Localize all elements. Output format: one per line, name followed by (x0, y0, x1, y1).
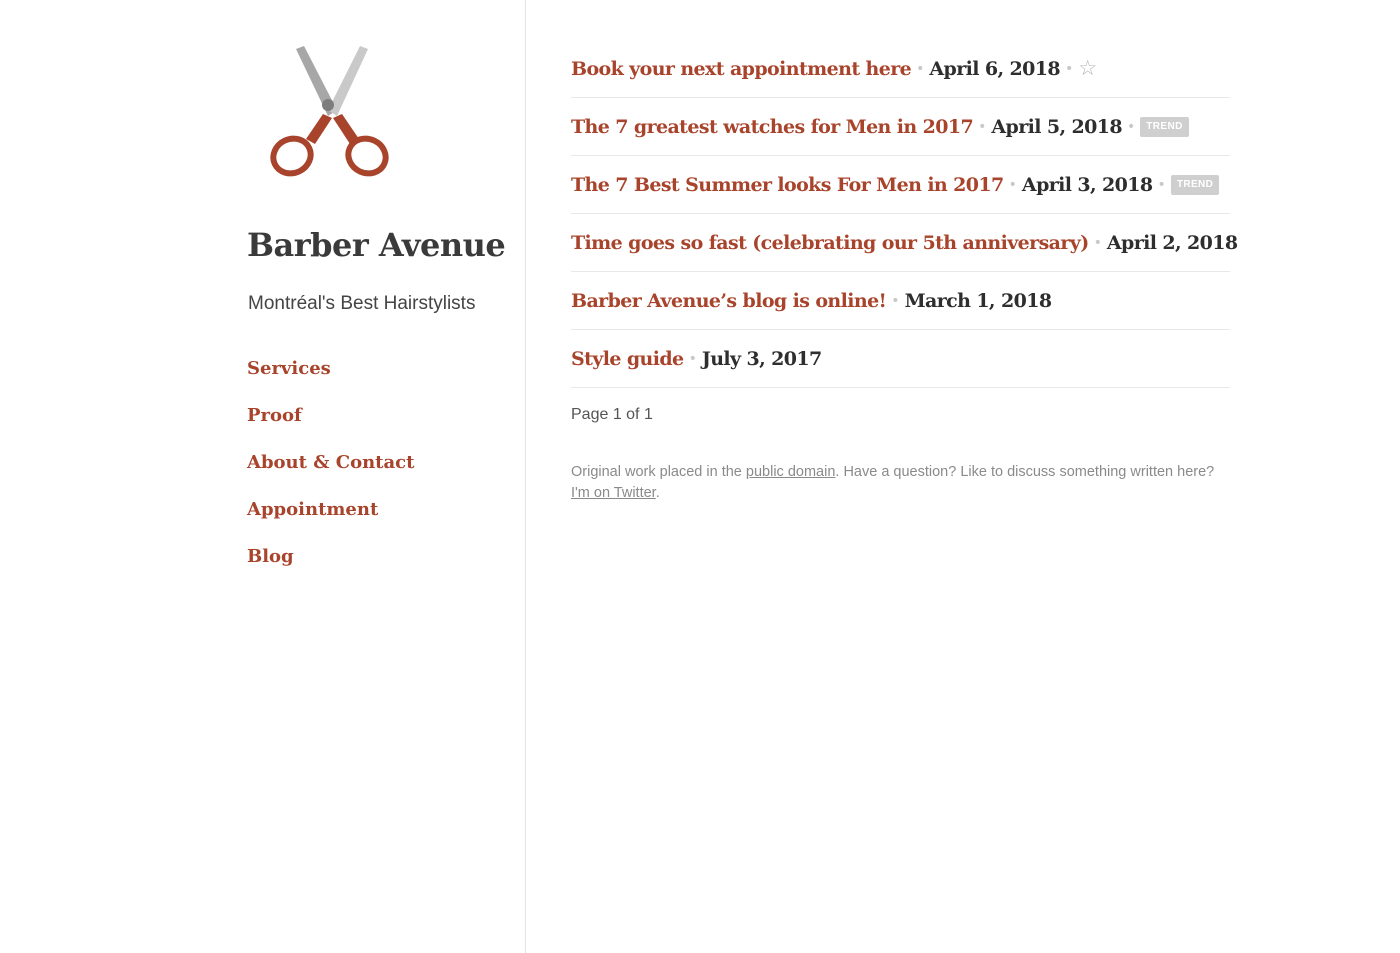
post-date: April 3, 2018 (1021, 173, 1153, 196)
nav-item-about-contact: About & Contact (247, 452, 414, 499)
post-title-link[interactable]: Time goes so fast (celebrating our 5th a… (571, 232, 1089, 254)
separator-dot: • (1157, 176, 1166, 193)
separator-dot: • (978, 118, 987, 135)
post-date: April 5, 2018 (991, 115, 1123, 138)
pagination-text: Page 1 of 1 (571, 406, 653, 423)
post-item: The 7 greatest watches for Men in 2017 •… (571, 98, 1230, 156)
post-item: Style guide • July 3, 2017 (571, 330, 1230, 388)
nav-link-services[interactable]: Services (247, 358, 331, 379)
nav-link-appointment[interactable]: Appointment (247, 499, 378, 520)
post-title-link[interactable]: The 7 greatest watches for Men in 2017 (571, 116, 974, 138)
public-domain-link[interactable]: public domain (746, 464, 835, 480)
post-item: The 7 Best Summer looks For Men in 2017 … (571, 156, 1230, 214)
separator-dot: • (1065, 60, 1074, 77)
star-icon[interactable]: ☆ (1078, 58, 1097, 79)
sidebar: Barber Avenue Montréal's Best Hairstylis… (0, 0, 526, 953)
post-title-link[interactable]: Barber Avenue’s blog is online! (571, 290, 887, 312)
post-item: Time goes so fast (celebrating our 5th a… (571, 214, 1238, 272)
nav-item-proof: Proof (247, 405, 414, 452)
nav-item-appointment: Appointment (247, 499, 414, 546)
footer-text-part: . Have a question? Like to discuss somet… (835, 464, 1215, 480)
post-list: Book your next appointment here • April … (571, 40, 1238, 388)
nav-item-services: Services (247, 358, 414, 405)
post-title-link[interactable]: Style guide (571, 348, 684, 370)
post-item: Barber Avenue’s blog is online! • March … (571, 272, 1230, 330)
footer-text-part: . (655, 485, 660, 501)
separator-dot: • (916, 60, 925, 77)
post-item: Book your next appointment here • April … (571, 40, 1230, 98)
separator-dot: • (1008, 176, 1017, 193)
footer-text-part: Original work placed in the (571, 464, 746, 480)
nav-item-blog: Blog (247, 546, 414, 593)
trend-badge: TREND (1170, 174, 1220, 195)
trend-badge: TREND (1140, 116, 1189, 137)
post-date: March 1, 2018 (904, 289, 1052, 312)
site-tagline: Montréal's Best Hairstylists (248, 293, 476, 314)
scissors-icon[interactable] (258, 40, 398, 185)
nav-link-about-contact[interactable]: About & Contact (247, 452, 414, 473)
twitter-link[interactable]: I'm on Twitter (571, 485, 656, 501)
post-title-link[interactable]: The 7 Best Summer looks For Men in 2017 (571, 174, 1004, 196)
footer-text: Original work placed in the public domai… (571, 462, 1230, 504)
post-date: April 6, 2018 (929, 57, 1061, 80)
separator-dot: • (891, 292, 900, 309)
separator-dot: • (688, 350, 697, 367)
main-nav: Services Proof About & Contact Appointme… (247, 358, 414, 593)
nav-link-blog[interactable]: Blog (247, 546, 294, 567)
main-content: Book your next appointment here • April … (571, 40, 1238, 504)
site-title[interactable]: Barber Avenue (247, 226, 506, 264)
post-date: April 2, 2018 (1106, 231, 1238, 254)
post-title-link[interactable]: Book your next appointment here (571, 58, 912, 80)
separator-dot: • (1093, 234, 1102, 251)
separator-dot: • (1127, 118, 1136, 135)
nav-link-proof[interactable]: Proof (247, 405, 302, 426)
post-date: July 3, 2017 (701, 347, 822, 370)
